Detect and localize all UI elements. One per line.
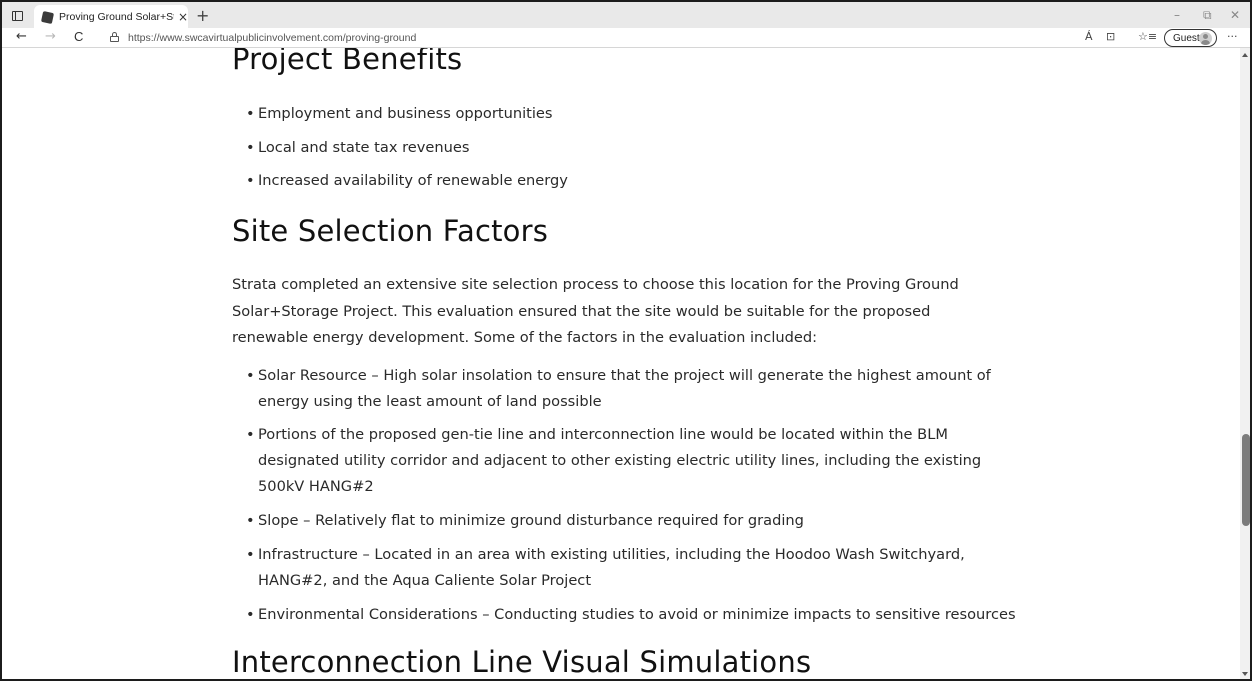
scrollbar-thumb[interactable]	[1242, 434, 1250, 526]
tab-title: Proving Ground Solar+Storage P	[59, 11, 174, 23]
profile-button[interactable]: Guest	[1164, 29, 1217, 47]
browser-titlebar: Proving Ground Solar+Storage P × + – ⧉ ✕	[0, 0, 1252, 29]
list-item: Employment and business opportunities	[246, 101, 1018, 127]
list-item: Local and state tax revenues	[246, 135, 1018, 161]
site-favicon-icon	[40, 10, 55, 24]
site-selection-paragraph: Strata completed an extensive site selec…	[232, 276, 959, 346]
minimize-button[interactable]: –	[1174, 8, 1180, 22]
vertical-scrollbar[interactable]	[1240, 48, 1252, 681]
scroll-down-arrow-icon[interactable]	[1242, 672, 1248, 676]
interconnection-heading: Interconnection Line Visual Simulations	[232, 645, 812, 679]
list-item: Slope – Relatively flat to minimize grou…	[246, 508, 1018, 534]
immersive-reader-icon[interactable]: ⊡	[1106, 30, 1115, 43]
refresh-button[interactable]: C	[74, 29, 83, 44]
browser-tab[interactable]: Proving Ground Solar+Storage P ×	[34, 5, 188, 29]
tab-actions-button[interactable]	[6, 6, 28, 26]
lock-icon[interactable]	[110, 32, 119, 42]
benefits-heading: Project Benefits	[232, 48, 463, 76]
close-window-button[interactable]: ✕	[1230, 8, 1240, 22]
new-tab-button[interactable]: +	[196, 6, 209, 25]
browser-navbar: ← → C https://www.swcavirtualpublicinvol…	[0, 28, 1252, 48]
address-bar-url[interactable]: https://www.swcavirtualpublicinvolvement…	[128, 32, 416, 44]
page-content: Project Benefits Employment and business…	[0, 48, 1240, 681]
list-item: Increased availability of renewable ener…	[246, 168, 1018, 194]
more-menu-icon[interactable]: ···	[1227, 30, 1238, 43]
forward-button[interactable]: →	[45, 29, 56, 44]
tab-close-icon[interactable]: ×	[178, 10, 188, 24]
favorites-icon[interactable]: ☆≡	[1138, 30, 1157, 43]
list-item: Infrastructure – Located in an area with…	[246, 542, 1018, 594]
back-button[interactable]: ←	[16, 29, 27, 44]
restore-button[interactable]: ⧉	[1203, 8, 1212, 23]
scroll-up-arrow-icon[interactable]	[1242, 53, 1248, 57]
read-aloud-icon[interactable]: Á	[1085, 30, 1093, 43]
profile-label: Guest	[1173, 32, 1200, 44]
list-item: Environmental Considerations – Conductin…	[246, 602, 1018, 628]
site-selection-heading: Site Selection Factors	[232, 214, 549, 248]
avatar-icon	[1199, 32, 1212, 45]
list-item: Portions of the proposed gen-tie line an…	[246, 422, 1018, 500]
tab-actions-icon	[11, 11, 23, 21]
list-item: Solar Resource – High solar insolation t…	[246, 363, 1018, 415]
